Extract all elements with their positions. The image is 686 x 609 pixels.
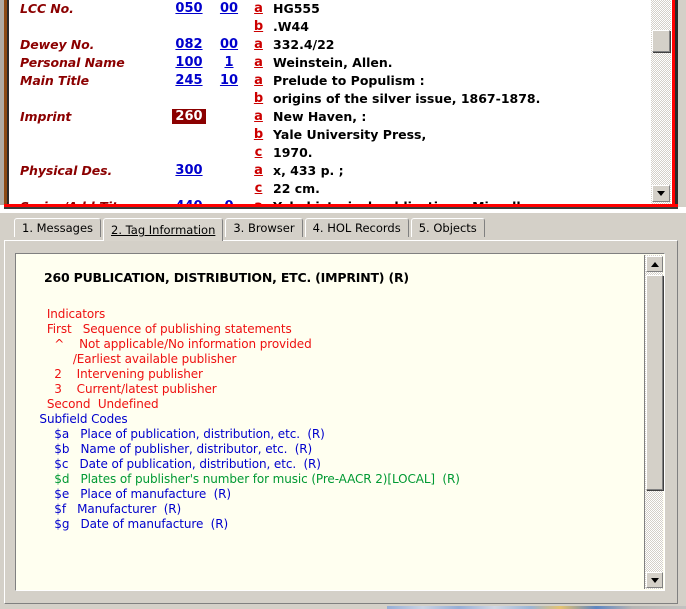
marc-field-row[interactable]: c 22 cm.	[9, 180, 649, 198]
marc-field-row[interactable]: b Yale University Press,	[9, 126, 649, 144]
marc-field-grid[interactable]: LCC No. 050 00 a HG555 b .W44 Dewey No. 082 00 a 33…	[9, 0, 649, 204]
marc-field-row[interactable]: LCC No. 050 00 a HG555	[9, 0, 649, 18]
marc-field-row[interactable]: Main Title 245 10 a Prelude to Populism :	[9, 72, 649, 90]
marc-indicators[interactable]: 1	[216, 55, 242, 70]
tag-information-line: $b Name of publisher, distributor, etc. …	[32, 442, 313, 456]
marc-tag-number[interactable]: 100	[172, 55, 206, 70]
marc-tag-number[interactable]: 082	[172, 37, 206, 52]
triangle-up-icon	[650, 261, 659, 267]
marc-field-row[interactable]: b .W44	[9, 18, 649, 36]
marc-subfield-code[interactable]: c	[252, 145, 265, 160]
marc-field-value[interactable]: Weinstein, Allen.	[273, 55, 393, 70]
marc-field-label: Imprint	[20, 109, 72, 124]
marc-field-value[interactable]: 332.4/22	[273, 37, 335, 52]
tag-information-line: /Earliest available publisher	[32, 352, 237, 366]
marc-scrollbar-down-button[interactable]	[652, 185, 670, 202]
marc-field-value[interactable]: 1970.	[273, 145, 313, 160]
marc-tag-number[interactable]: 260	[172, 109, 206, 124]
tag-information-line: $g Date of manufacture (R)	[32, 517, 229, 531]
tab-messages[interactable]: 1. Messages	[14, 218, 102, 237]
marc-indicators[interactable]: __	[216, 109, 242, 124]
tag-information-line: 2 Intervening publisher	[32, 367, 203, 381]
tag-information-line: Indicators	[32, 307, 106, 321]
marc-field-label: Physical Des.	[20, 163, 113, 178]
tab-tag-information[interactable]: 2. Tag Information	[103, 218, 224, 241]
marc-subfield-code[interactable]: b	[252, 127, 265, 142]
tag-information-line: Second Undefined	[32, 397, 159, 411]
tag-information-content: 260 PUBLICATION, DISTRIBUTION, ETC. (IMP…	[16, 254, 644, 590]
tag-information-line: $f Manufacturer (R)	[32, 502, 182, 516]
taginfo-scrollbar-down-button[interactable]	[646, 572, 663, 588]
marc-field-value[interactable]: Prelude to Populism :	[273, 73, 425, 88]
marc-subfield-code[interactable]: a	[252, 1, 265, 16]
marc-subfield-code[interactable]: b	[252, 91, 265, 106]
marc-field-row[interactable]: Physical Des. 300 __ a x, 433 p. ;	[9, 162, 649, 180]
triangle-down-icon	[650, 577, 659, 583]
tag-information-lines: Indicators First Sequence of publishing …	[32, 307, 638, 532]
marc-field-row[interactable]: Imprint 260 __ a New Haven, :	[9, 108, 649, 126]
marc-record-editor-panel: LCC No. 050 00 a HG555 b .W44 Dewey No. 082 00 a 33…	[0, 0, 686, 213]
taginfo-scrollbar-up-button[interactable]	[646, 256, 663, 272]
marc-subfield-code[interactable]: a	[252, 37, 265, 52]
marc-tag-number[interactable]: 050	[172, 1, 206, 16]
tag-information-line: Subfield Codes	[32, 412, 128, 426]
marc-subfield-code[interactable]: a	[252, 163, 265, 178]
tag-information-line: $a Place of publication, distribution, e…	[32, 427, 325, 441]
marc-field-value[interactable]: New Haven, :	[273, 109, 366, 124]
marc-field-value[interactable]: origins of the silver issue, 1867-1878.	[273, 91, 540, 106]
marc-subfield-code[interactable]: a	[252, 55, 265, 70]
tag-information-line: $e Place of manufacture (R)	[32, 487, 231, 501]
tag-information-line: $c Date of publication, distribution, et…	[32, 457, 321, 471]
marc-field-row[interactable]: c 1970.	[9, 144, 649, 162]
tag-information-header: 260 PUBLICATION, DISTRIBUTION, ETC. (IMP…	[44, 270, 409, 285]
marc-vertical-scrollbar[interactable]	[651, 0, 671, 204]
marc-field-value[interactable]: Yale University Press,	[273, 127, 426, 142]
marc-field-row[interactable]: Personal Name 100 1 a Weinstein, Allen.	[9, 54, 649, 72]
tag-information-panel: 260 PUBLICATION, DISTRIBUTION, ETC. (IMP…	[4, 240, 678, 604]
marc-field-value[interactable]: x, 433 p. ;	[273, 163, 344, 178]
panel-right-edge-gray	[678, 0, 686, 207]
marc-field-label: Dewey No.	[20, 37, 95, 52]
tag-information-viewport: 260 PUBLICATION, DISTRIBUTION, ETC. (IMP…	[15, 253, 665, 591]
tab-list: 1. Messages 2. Tag Information 3. Browser 4…	[14, 218, 487, 241]
marc-field-label: Personal Name	[20, 55, 125, 70]
tag-information-line: ^ Not applicable/No information provided	[32, 337, 312, 351]
tag-information-line: 3 Current/latest publisher	[32, 382, 217, 396]
marc-indicators[interactable]: 10	[216, 73, 242, 88]
tab-browser[interactable]: 3. Browser	[225, 218, 303, 237]
marc-subfield-code[interactable]: b	[252, 19, 265, 34]
marc-subfield-code[interactable]: c	[252, 181, 265, 196]
marc-field-row[interactable]: Dewey No. 082 00 a 332.4/22	[9, 36, 649, 54]
tab-objects[interactable]: 5. Objects	[410, 218, 485, 237]
marc-field-label: LCC No.	[20, 1, 74, 16]
marc-subfield-code[interactable]: a	[252, 109, 265, 124]
marc-field-row[interactable]: b origins of the silver issue, 1867-1878.	[9, 90, 649, 108]
marc-indicators[interactable]: __	[216, 163, 242, 178]
marc-field-label: Main Title	[20, 73, 89, 88]
marc-scrollbar-thumb[interactable]	[652, 30, 670, 52]
marc-indicators[interactable]: 00	[216, 1, 242, 16]
marc-field-value[interactable]: 22 cm.	[273, 181, 320, 196]
marc-subfield-code[interactable]: a	[252, 73, 265, 88]
taginfo-scrollbar-thumb[interactable]	[646, 275, 663, 490]
tag-information-line: $d Plates of publisher's number for musi…	[32, 472, 460, 486]
marc-tag-number[interactable]: 300	[172, 163, 206, 178]
marc-field-value[interactable]: HG555	[273, 1, 320, 16]
marc-tag-number[interactable]: 245	[172, 73, 206, 88]
tab-hol-records[interactable]: 4. HOL Records	[304, 218, 409, 237]
panel-bottom-edge-dark	[4, 207, 678, 209]
tag-information-line: First Sequence of publishing statements	[32, 322, 292, 336]
marc-indicators[interactable]: 00	[216, 37, 242, 52]
tag-information-vertical-scrollbar[interactable]	[644, 255, 663, 589]
triangle-down-icon	[657, 191, 665, 196]
marc-field-value[interactable]: .W44	[273, 19, 309, 34]
tab-strip: 1. Messages 2. Tag Information 3. Browser 4…	[0, 214, 686, 242]
